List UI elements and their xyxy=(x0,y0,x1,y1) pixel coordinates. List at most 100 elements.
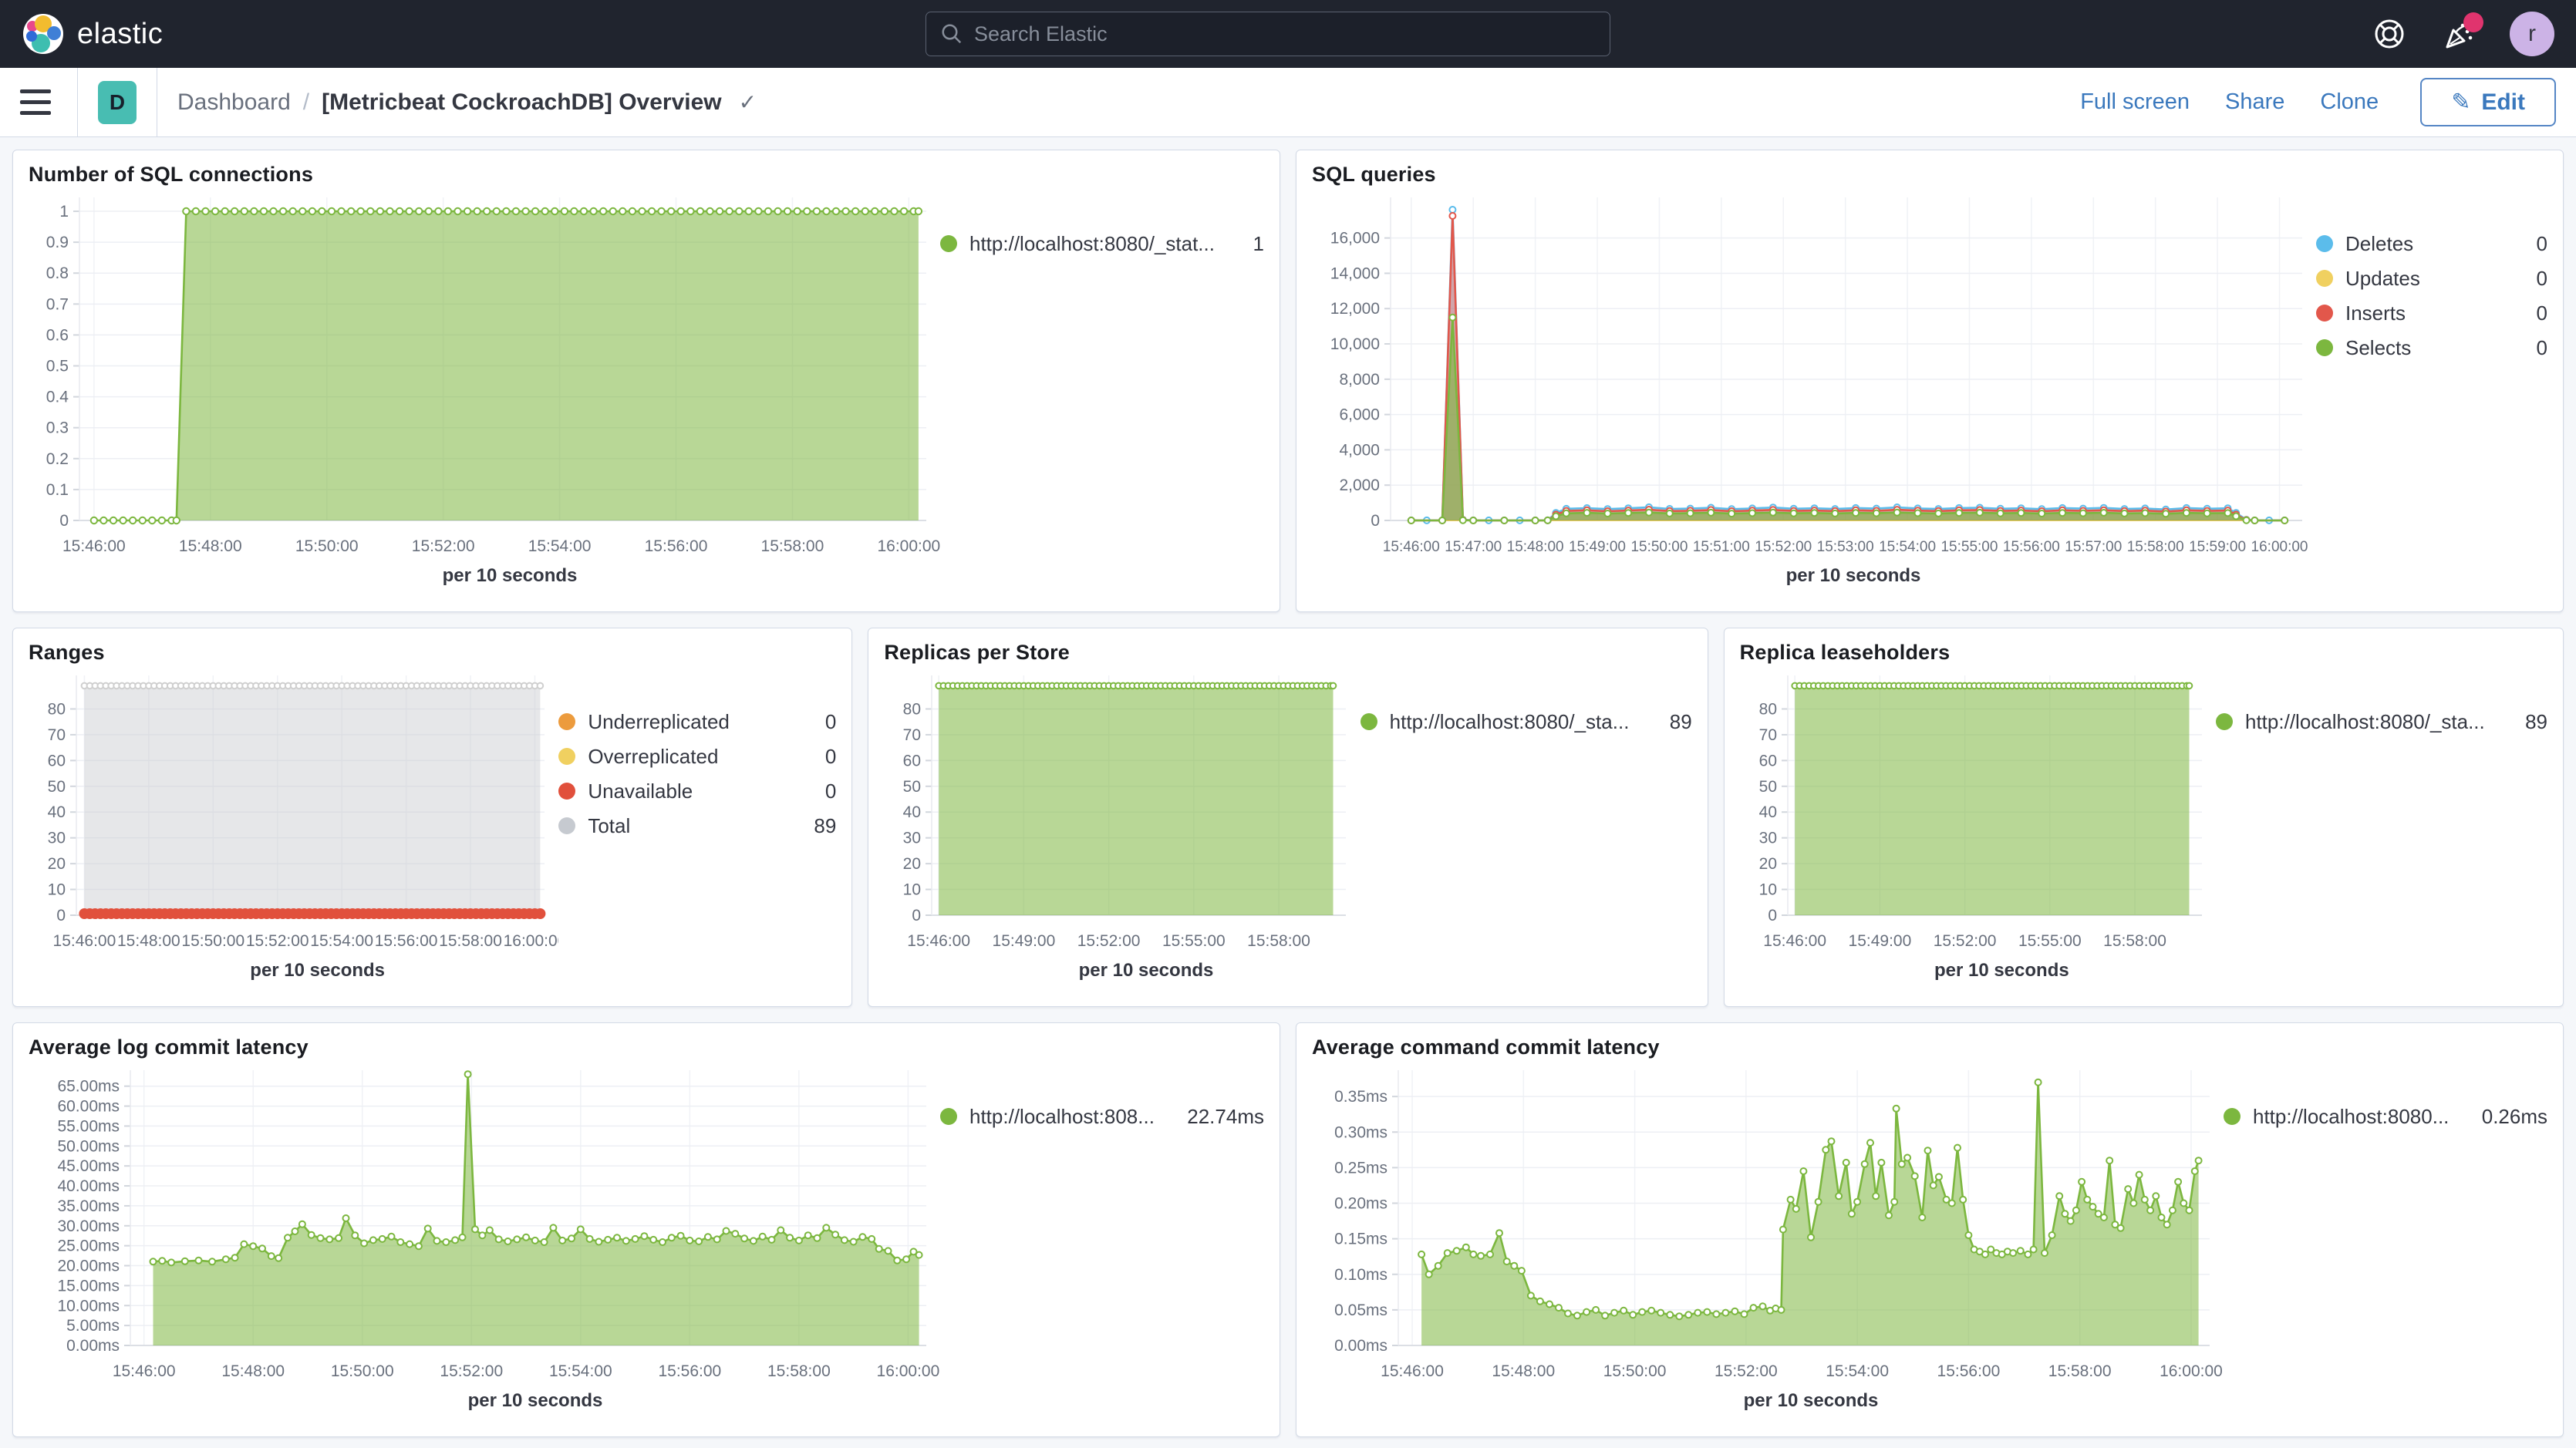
legend-item[interactable]: Selects 0 xyxy=(2316,334,2547,362)
elastic-logo[interactable]: elastic xyxy=(22,12,163,56)
legend-dot xyxy=(558,817,575,834)
svg-text:14,000: 14,000 xyxy=(1330,264,1380,282)
svg-text:15:56:00: 15:56:00 xyxy=(658,1362,721,1380)
legend-item[interactable]: Updates 0 xyxy=(2316,264,2547,292)
panel-title: Number of SQL connections xyxy=(29,163,1264,187)
edit-button[interactable]: ✎ Edit xyxy=(2420,78,2556,126)
legend-item[interactable]: Overreplicated 0 xyxy=(558,743,836,770)
svg-text:0: 0 xyxy=(1371,512,1380,530)
svg-text:80: 80 xyxy=(903,700,921,718)
x-axis-caption: per 10 seconds xyxy=(29,960,558,994)
legend-item[interactable]: http://localhost:8080/_stat... 1 xyxy=(940,230,1264,258)
avg-command-commit-latency-chart[interactable]: 0.35ms0.30ms0.25ms0.20ms0.15ms0.10ms0.05… xyxy=(1312,1059,2224,1390)
svg-text:15:58:00: 15:58:00 xyxy=(1248,932,1311,950)
legend-value: 89 xyxy=(2525,710,2547,734)
svg-text:70: 70 xyxy=(903,726,921,744)
help-button[interactable] xyxy=(2371,15,2408,52)
lifebuoy-icon xyxy=(2372,17,2406,51)
svg-text:15:48:00: 15:48:00 xyxy=(117,932,180,950)
ranges-chart[interactable]: 8070605040302010015:46:0015:48:0015:50:0… xyxy=(29,665,558,960)
breadcrumb: Dashboard / [Metricbeat CockroachDB] Ove… xyxy=(177,89,757,116)
replicas-per-store-chart[interactable]: 8070605040302010015:46:0015:49:0015:52:0… xyxy=(884,665,1360,960)
legend-item[interactable]: http://localhost:8080/_sta... 89 xyxy=(2216,708,2547,736)
user-avatar[interactable]: r xyxy=(2510,12,2554,56)
svg-text:2,000: 2,000 xyxy=(1339,476,1380,494)
deployment-badge[interactable]: D xyxy=(98,81,137,124)
avg-log-commit-latency-chart[interactable]: 65.00ms60.00ms55.00ms50.00ms45.00ms40.00… xyxy=(29,1059,940,1390)
svg-text:15:54:00: 15:54:00 xyxy=(528,537,592,555)
panel-sql-connections: Number of SQL connections 10.90.80.70.60… xyxy=(12,150,1280,612)
legend-dot xyxy=(2224,1108,2241,1125)
legend-label: Overreplicated xyxy=(588,745,813,769)
panel-replicas-per-store: Replicas per Store 8070605040302010015:4… xyxy=(868,628,1708,1007)
svg-text:15:47:00: 15:47:00 xyxy=(1445,539,1502,555)
svg-text:15:53:00: 15:53:00 xyxy=(1817,539,1874,555)
svg-text:15:54:00: 15:54:00 xyxy=(310,932,373,950)
svg-text:60: 60 xyxy=(903,752,921,769)
replica-leaseholders-chart[interactable]: 8070605040302010015:46:0015:49:0015:52:0… xyxy=(1740,665,2216,960)
sql-connections-chart[interactable]: 10.90.80.70.60.50.40.30.20.1015:46:0015:… xyxy=(29,187,940,565)
legend-item[interactable]: http://localhost:808... 22.74ms xyxy=(940,1103,1264,1130)
legend-item[interactable]: Unavailable 0 xyxy=(558,777,836,805)
svg-text:15:58:00: 15:58:00 xyxy=(2127,539,2184,555)
legend-item[interactable]: Total 89 xyxy=(558,812,836,840)
svg-text:80: 80 xyxy=(1758,700,1776,718)
svg-text:15:46:00: 15:46:00 xyxy=(908,932,971,950)
svg-text:20: 20 xyxy=(1758,855,1776,873)
x-axis-caption: per 10 seconds xyxy=(29,565,940,599)
clone-button[interactable]: Clone xyxy=(2320,89,2379,115)
svg-text:65.00ms: 65.00ms xyxy=(57,1078,120,1096)
svg-text:6,000: 6,000 xyxy=(1339,406,1380,424)
menu-button[interactable] xyxy=(20,83,60,123)
svg-text:20: 20 xyxy=(903,855,921,873)
svg-text:30: 30 xyxy=(48,830,66,847)
svg-text:15:58:00: 15:58:00 xyxy=(767,1362,831,1380)
x-axis-caption: per 10 seconds xyxy=(29,1390,940,1424)
legend-label: http://localhost:8080/_stat... xyxy=(969,232,1241,256)
svg-text:15:50:00: 15:50:00 xyxy=(1630,539,1688,555)
breadcrumb-dashboard-link[interactable]: Dashboard xyxy=(177,89,291,116)
legend-item[interactable]: http://localhost:8080... 0.26ms xyxy=(2224,1103,2547,1130)
svg-text:0.10ms: 0.10ms xyxy=(1334,1266,1387,1284)
panel-sql-queries: SQL queries 16,00014,00012,00010,0008,00… xyxy=(1296,150,2564,612)
svg-text:30.00ms: 30.00ms xyxy=(57,1217,120,1235)
whats-new-button[interactable] xyxy=(2440,15,2477,52)
svg-text:15:51:00: 15:51:00 xyxy=(1693,539,1750,555)
svg-text:0.1: 0.1 xyxy=(46,481,69,499)
search-input[interactable] xyxy=(974,22,1596,46)
svg-text:15:48:00: 15:48:00 xyxy=(221,1362,285,1380)
svg-text:0: 0 xyxy=(1768,907,1777,924)
svg-text:15:49:00: 15:49:00 xyxy=(1569,539,1626,555)
svg-text:80: 80 xyxy=(48,700,66,718)
svg-text:20.00ms: 20.00ms xyxy=(57,1258,120,1275)
legend-item[interactable]: Inserts 0 xyxy=(2316,299,2547,327)
legend-item[interactable]: Deletes 0 xyxy=(2316,230,2547,258)
x-axis-caption: per 10 seconds xyxy=(1740,960,2216,994)
legend-value: 22.74ms xyxy=(1187,1105,1264,1129)
global-search[interactable] xyxy=(926,12,1610,56)
dashboard-toolbar: D Dashboard / [Metricbeat CockroachDB] O… xyxy=(0,68,2576,137)
svg-text:15:52:00: 15:52:00 xyxy=(1933,932,1996,950)
legend-item[interactable]: http://localhost:8080/_sta... 89 xyxy=(1360,708,1692,736)
svg-text:16:00:00: 16:00:00 xyxy=(2251,539,2308,555)
legend-value: 0 xyxy=(2537,336,2547,360)
svg-text:15:46:00: 15:46:00 xyxy=(1383,539,1440,555)
svg-text:15:46:00: 15:46:00 xyxy=(113,1362,176,1380)
sql-queries-chart[interactable]: 16,00014,00012,00010,0008,0006,0004,0002… xyxy=(1312,187,2316,565)
top-nav-bar: elastic xyxy=(0,0,2576,68)
panel-title: Average command commit latency xyxy=(1312,1035,2547,1059)
svg-text:15:46:00: 15:46:00 xyxy=(62,537,126,555)
svg-text:15:48:00: 15:48:00 xyxy=(179,537,242,555)
svg-text:15:52:00: 15:52:00 xyxy=(1077,932,1141,950)
svg-text:15:58:00: 15:58:00 xyxy=(2103,932,2166,950)
share-button[interactable]: Share xyxy=(2225,89,2284,115)
full-screen-button[interactable]: Full screen xyxy=(2080,89,2190,115)
legend-value: 0 xyxy=(825,745,836,769)
svg-text:15.00ms: 15.00ms xyxy=(57,1277,120,1295)
legend-dot xyxy=(940,235,957,252)
notification-dot xyxy=(2463,12,2483,32)
legend-value: 0 xyxy=(2537,232,2547,256)
legend-item[interactable]: Underreplicated 0 xyxy=(558,708,836,736)
title-check-icon[interactable]: ✓ xyxy=(739,89,757,115)
svg-text:15:50:00: 15:50:00 xyxy=(1603,1362,1667,1380)
